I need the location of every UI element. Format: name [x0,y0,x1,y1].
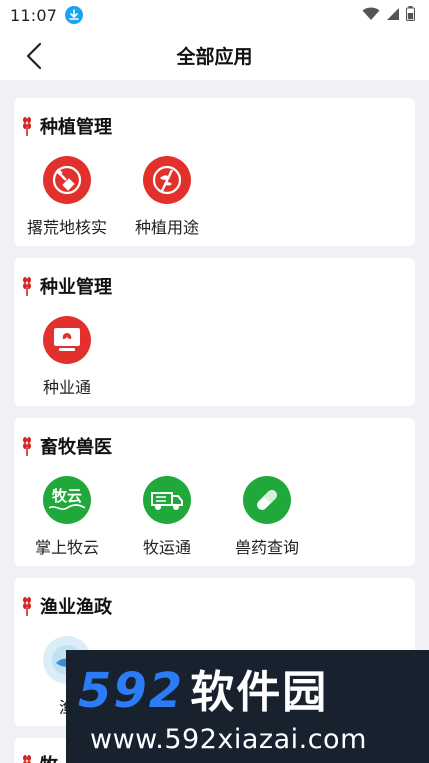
wifi-icon [362,6,380,25]
farmland-satellite-icon [43,156,91,204]
section-card-seed: 种业管理 种业通 [14,258,415,406]
watermark-brand-name: 软件园 [190,667,329,718]
section-header: 牧 [22,752,58,763]
wheat-icon [23,437,31,456]
app-label: 牧运通 [142,538,191,557]
app-label: 掌上牧云 [34,538,99,557]
app-item-muyun[interactable]: 牧云 掌上牧云 [17,476,117,558]
page-title: 全部应用 [176,46,253,68]
section-card-planting: 种植管理 撂荒地核实 种植用途 [14,98,415,246]
section-header: 种植管理 [22,114,112,138]
app-item-livestock-transport[interactable]: 牧运通 [117,476,217,558]
section-header: 畜牧兽医 [22,434,112,458]
section-title: 畜牧兽医 [40,437,112,458]
signal-icon [386,6,400,25]
watermark-brand-number: 592 [78,663,185,719]
status-time: 11:07 [10,5,58,25]
status-bar: 11:07 [0,0,429,30]
section-title: 渔业渔政 [40,597,112,618]
muyun-logo-text: 牧云 [51,487,82,505]
livestock-truck-icon [143,476,191,524]
section-title: 牧 [40,751,58,763]
app-item-seed-pass[interactable]: 种业通 [17,316,117,398]
wheat-icon [23,117,31,136]
wheat-icon [23,755,31,763]
watermark-url: www.592xiazai.com [90,724,367,755]
section-card-livestock: 畜牧兽医 牧云 掌上牧云 牧运通 兽药查询 [14,418,415,566]
section-title: 种业管理 [40,277,112,298]
app-header: 全部应用 [0,30,429,80]
download-icon [65,6,84,24]
app-item-abandoned-land[interactable]: 撂荒地核实 [17,156,117,238]
app-item-vet-drug-query[interactable]: 兽药查询 [217,476,317,558]
wheat-icon [23,277,31,296]
battery-icon [406,5,415,25]
app-label: 种业通 [42,378,91,397]
seed-monitor-icon [43,316,91,364]
pill-icon [243,476,291,524]
app-label: 撂荒地核实 [26,218,107,237]
section-header: 渔业渔政 [22,594,112,618]
app-label: 兽药查询 [234,538,299,557]
section-title: 种植管理 [40,117,112,138]
wheat-icon [23,597,31,616]
watermark-logo: 592 软件园 [78,656,328,720]
app-item-crop-usage[interactable]: 种植用途 [117,156,217,238]
crop-usage-icon [143,156,191,204]
app-label: 种植用途 [134,218,199,237]
muyun-logo-icon: 牧云 [43,476,91,524]
watermark-banner: 592 软件园 www.592xiazai.com [66,650,429,763]
section-header: 种业管理 [22,274,112,298]
